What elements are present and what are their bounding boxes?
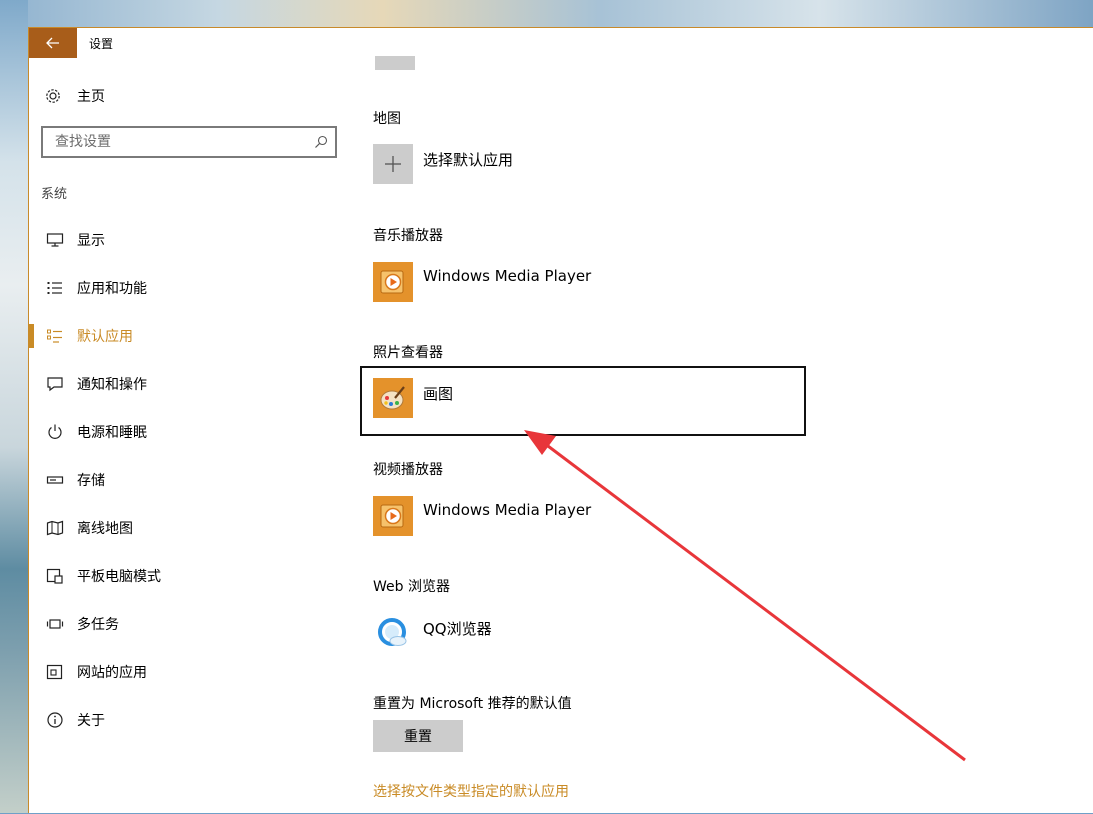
default-apps-icon <box>45 328 65 344</box>
plus-icon <box>373 144 413 184</box>
section-title-music-player: 音乐播放器 <box>373 228 443 244</box>
power-icon <box>45 423 65 441</box>
gear-icon <box>43 87 63 105</box>
sidebar-item-label: 存储 <box>77 473 105 489</box>
sidebar-item-multitasking[interactable]: 多任务 <box>29 600 349 648</box>
info-icon <box>45 711 65 729</box>
sidebar-item-apps-for-websites[interactable]: 网站的应用 <box>29 648 349 696</box>
active-indicator <box>29 324 34 348</box>
qq-browser-icon <box>373 613 413 653</box>
monitor-icon <box>45 232 65 248</box>
storage-icon <box>45 474 65 486</box>
back-arrow-icon <box>46 37 59 49</box>
sidebar-item-label: 电源和睡眠 <box>77 425 147 441</box>
sidebar-item-label: 关于 <box>77 713 105 729</box>
sidebar-item-display[interactable]: 显示 <box>29 216 349 264</box>
multitask-icon <box>45 617 65 631</box>
window-title: 设置 <box>89 37 114 51</box>
sidebar-item-label: 平板电脑模式 <box>77 569 161 585</box>
default-app-music-player[interactable]: Windows Media Player <box>373 262 591 306</box>
sidebar-item-notifications[interactable]: 通知和操作 <box>29 360 349 408</box>
wmp-icon <box>373 496 413 536</box>
sidebar-item-label: 默认应用 <box>77 329 133 345</box>
search-box <box>41 126 337 158</box>
sidebar-item-label: 通知和操作 <box>77 377 147 393</box>
scrolled-app-tile <box>375 56 415 70</box>
sidebar-item-tablet-mode[interactable]: 平板电脑模式 <box>29 552 349 600</box>
annotation-highlight-box <box>360 366 806 436</box>
back-button[interactable] <box>29 28 77 58</box>
sidebar-item-default-apps[interactable]: 默认应用 <box>29 312 349 360</box>
sidebar-item-power-sleep[interactable]: 电源和睡眠 <box>29 408 349 456</box>
choose-by-filetype-link[interactable]: 选择按文件类型指定的默认应用 <box>373 781 569 801</box>
sidebar-item-apps-features[interactable]: 应用和功能 <box>29 264 349 312</box>
sidebar-item-label: 显示 <box>77 233 105 249</box>
desktop-background-left <box>0 0 28 813</box>
default-app-web-browser[interactable]: QQ浏览器 <box>373 613 492 657</box>
desktop-background-top <box>0 0 1093 28</box>
default-app-video-player[interactable]: Windows Media Player <box>373 496 591 540</box>
web-apps-icon <box>45 664 65 680</box>
section-title-video-player: 视频播放器 <box>373 462 443 478</box>
sidebar-item-about[interactable]: 关于 <box>29 696 349 744</box>
sidebar-item-label: 离线地图 <box>77 521 133 537</box>
home-label: 主页 <box>77 89 105 105</box>
group-label-system: 系统 <box>41 187 68 202</box>
map-icon <box>45 520 65 536</box>
sidebar-item-label: 网站的应用 <box>77 665 147 681</box>
app-name: Windows Media Player <box>423 267 592 285</box>
section-title-maps: 地图 <box>373 111 401 127</box>
sidebar-item-label: 多任务 <box>77 617 119 633</box>
section-title-photo-viewer: 照片查看器 <box>373 345 443 361</box>
app-name: Windows Media Player <box>423 501 592 519</box>
sidebar-item-label: 应用和功能 <box>77 281 147 297</box>
sidebar-item-storage[interactable]: 存储 <box>29 456 349 504</box>
tablet-icon <box>45 568 65 584</box>
notification-icon <box>45 376 65 392</box>
wmp-icon <box>373 262 413 302</box>
sidebar-nav: 显示 应用和功能 默认应用 通知和操作 电源和睡眠 存储 离线地图 平板电脑模式… <box>29 216 349 744</box>
search-input[interactable] <box>53 133 307 151</box>
search-icon[interactable] <box>313 134 329 154</box>
app-name: QQ浏览器 <box>423 620 492 638</box>
reset-title: 重置为 Microsoft 推荐的默认值 <box>373 696 572 712</box>
home-nav-item[interactable]: 主页 <box>43 84 105 108</box>
section-title-web-browser: Web 浏览器 <box>373 579 450 595</box>
apps-list-icon <box>45 280 65 296</box>
default-app-maps[interactable]: 选择默认应用 <box>373 144 513 188</box>
reset-button[interactable]: 重置 <box>373 720 463 752</box>
settings-window: 设置 主页 系统 显示 应 <box>28 27 1093 813</box>
app-name: 选择默认应用 <box>423 151 514 169</box>
sidebar-item-offline-maps[interactable]: 离线地图 <box>29 504 349 552</box>
